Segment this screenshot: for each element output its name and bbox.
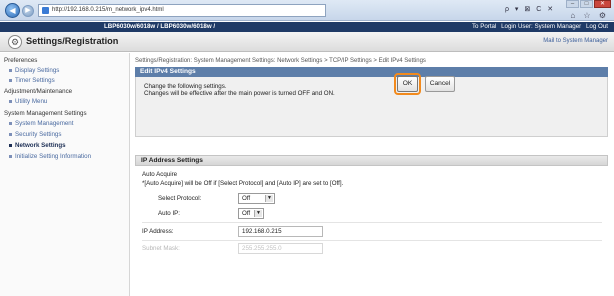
sidebar-item-timer-settings[interactable]: Timer Settings <box>9 77 55 84</box>
login-user-text: Login User: System Manager <box>501 23 582 30</box>
sidebar-item-label: Network Settings <box>15 142 66 149</box>
chevron-down-icon: ▼ <box>265 195 273 202</box>
window-controls: – □ ✕ <box>565 0 611 9</box>
to-portal-link[interactable]: To Portal <box>472 23 496 30</box>
ip-address-label: IP Address: <box>142 228 174 235</box>
sidebar-group-system-management: System Management Settings <box>4 110 87 117</box>
sidebar-item-label: Utility Menu <box>15 98 48 105</box>
bullet-icon <box>9 121 12 125</box>
sidebar-item-display-settings[interactable]: Display Settings <box>9 67 59 74</box>
sidebar-group-preferences: Preferences <box>4 57 38 64</box>
section-title-ip-address: IP Address Settings <box>135 155 608 166</box>
cancel-button[interactable]: Cancel <box>425 76 455 92</box>
site-favicon-icon <box>42 7 49 14</box>
bullet-icon <box>9 78 12 82</box>
auto-ip-dropdown[interactable]: Off ▼ <box>238 208 264 219</box>
sidebar-item-label: Initialize Setting Information <box>15 153 92 160</box>
back-arrow-icon[interactable]: ◀ <box>5 3 20 18</box>
sidebar-item-utility-menu[interactable]: Utility Menu <box>9 98 47 105</box>
sidebar-item-label: Timer Settings <box>15 77 55 84</box>
breadcrumb: Settings/Registration: System Management… <box>135 58 426 64</box>
subnet-mask-label: Subnet Mask: <box>142 245 180 252</box>
sidebar-item-initialize-settings[interactable]: Initialize Setting Information <box>9 153 91 160</box>
divider <box>142 222 602 223</box>
auto-acquire-label: Auto Acquire <box>142 171 178 178</box>
maximize-icon[interactable]: □ <box>580 0 593 8</box>
browser-tool-icons[interactable]: ρ ▾ ⊠ C ✕ <box>505 5 555 13</box>
sidebar-group-adjustment: Adjustment/Maintenance <box>4 88 73 95</box>
sidebar-item-system-management[interactable]: System Management <box>9 120 73 127</box>
instruction-text-2: Changes will be effective after the main… <box>144 90 335 97</box>
ok-button[interactable]: OK <box>397 76 418 92</box>
select-protocol-value: Off <box>242 195 251 202</box>
panel-title: Edit IPv4 Settings <box>135 67 608 77</box>
device-header: LBP6030w/6018w / LBP6030w/6018w / To Por… <box>0 22 614 32</box>
instruction-text-1: Change the following settings. <box>144 83 227 90</box>
sidebar-item-network-settings[interactable]: Network Settings <box>9 142 66 149</box>
minimize-icon[interactable]: – <box>566 0 579 8</box>
home-star-gear-icons[interactable]: ⌂ ☆ ⚙ <box>570 11 609 20</box>
url-text: http://192.168.0.215/m_network_ipv4.html <box>52 7 164 13</box>
close-icon[interactable]: ✕ <box>594 0 611 8</box>
sidebar: Preferences Display Settings Timer Setti… <box>0 53 130 296</box>
auto-ip-value: Off <box>242 210 251 217</box>
sidebar-item-label: System Management <box>15 120 74 127</box>
subnet-mask-field[interactable]: 255.255.255.0 <box>238 243 323 254</box>
bullet-icon <box>9 68 12 72</box>
forward-arrow-icon[interactable]: ▶ <box>22 5 34 17</box>
settings-gear-icon: ⚙ <box>8 35 22 49</box>
device-name: LBP6030w/6018w / LBP6030w/6018w / <box>104 23 216 30</box>
bullet-icon <box>9 154 12 158</box>
page-title: Settings/Registration <box>26 36 119 46</box>
browser-toolbar: ◀ ▶ http://192.168.0.215/m_network_ipv4.… <box>0 0 614 21</box>
bullet-icon <box>9 132 12 136</box>
address-bar[interactable]: http://192.168.0.215/m_network_ipv4.html <box>38 4 326 17</box>
logout-link[interactable]: Log Out <box>586 23 608 30</box>
bullet-icon <box>9 99 12 103</box>
page-title-bar: ⚙ Settings/Registration Mail to System M… <box>0 32 614 52</box>
select-protocol-label: Select Protocol: <box>158 195 202 202</box>
select-protocol-dropdown[interactable]: Off ▼ <box>238 193 275 204</box>
divider <box>142 240 602 241</box>
mail-to-manager-link[interactable]: Mail to System Manager <box>543 38 608 44</box>
ip-address-field[interactable]: 192.168.0.215 <box>238 226 323 237</box>
instruction-panel: Change the following settings. Changes w… <box>135 77 608 137</box>
bullet-icon <box>9 143 12 147</box>
sidebar-item-label: Display Settings <box>15 67 60 74</box>
auto-acquire-note: *[Auto Acquire] will be Off if [Select P… <box>142 180 344 187</box>
chevron-down-icon: ▼ <box>254 210 262 217</box>
auto-ip-label: Auto IP: <box>158 210 181 217</box>
sidebar-item-label: Security Settings <box>15 131 62 138</box>
header-links: To Portal Login User: System Manager Log… <box>469 22 608 32</box>
sidebar-item-security-settings[interactable]: Security Settings <box>9 131 61 138</box>
